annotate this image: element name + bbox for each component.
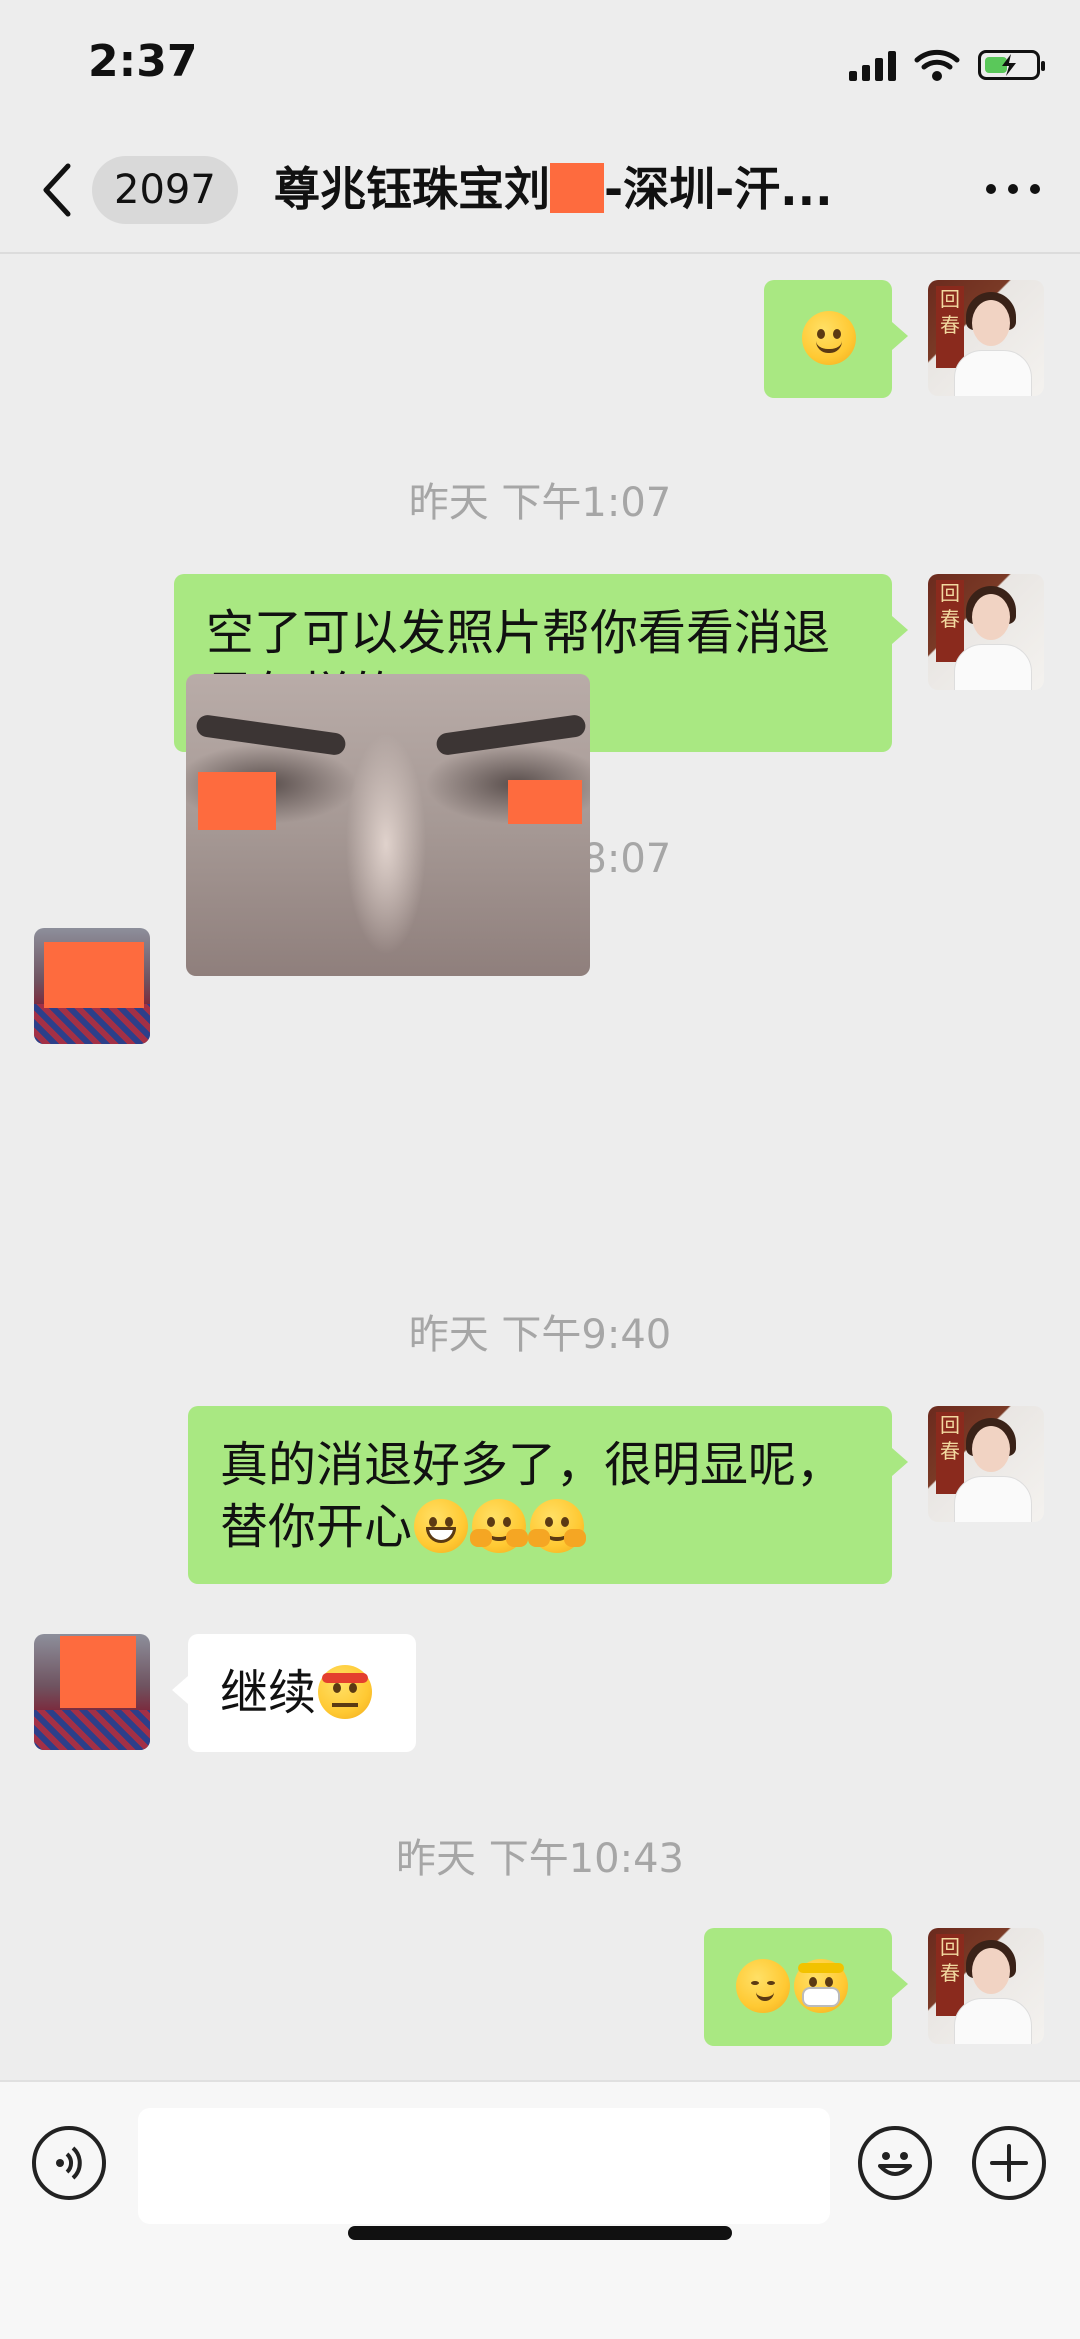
face-with-medical-mask-icon [794, 1959, 848, 2013]
determined-face-icon [318, 1665, 373, 1719]
plus-icon [990, 2144, 1028, 2182]
home-indicator [348, 2226, 732, 2240]
message-bubble-incoming[interactable]: 继续 [172, 1634, 416, 1752]
voice-icon [56, 2146, 82, 2180]
voice-input-button[interactable] [32, 2126, 106, 2200]
message-text: 继续 [220, 1665, 317, 1721]
grinning-face-icon [414, 1499, 469, 1553]
timestamp: 昨天 下午10:43 [396, 1836, 684, 1882]
hugging-face-icon [528, 1499, 587, 1553]
status-time: 2:37 [88, 36, 198, 87]
chat-title: 尊兆钰珠宝刘 -深圳-汗... [274, 154, 894, 224]
my-avatar[interactable]: 回春 [928, 280, 1044, 396]
contact-avatar[interactable] [34, 1634, 150, 1750]
back-arrow-icon[interactable] [40, 160, 74, 220]
battery-icon [978, 50, 1045, 80]
my-avatar[interactable]: 回春 [928, 1406, 1044, 1522]
input-bar [0, 2080, 1080, 2339]
message-bubble-outgoing[interactable]: 真的消退好多了，很明显呢，替你开心 [188, 1406, 908, 1584]
chat-title-suffix: -深圳-汗... [604, 162, 833, 216]
message-list[interactable]: 回春 昨天 下午1:07 空了可以发照片帮你看看消退是怎样的了 回春 昨天 下午… [0, 254, 1080, 2080]
message-bubble-outgoing[interactable] [704, 1928, 908, 2046]
redaction-block [60, 1636, 136, 1708]
smiling-face-icon [802, 311, 856, 365]
sly-face-icon [736, 1959, 790, 2013]
cellular-signal-icon [849, 49, 896, 81]
redaction-block [198, 772, 276, 830]
message-bubble-outgoing[interactable] [764, 280, 908, 398]
chat-header: 2097 尊兆钰珠宝刘 -深圳-汗... [0, 130, 1080, 254]
emoji-button[interactable] [858, 2126, 932, 2200]
redaction-block [44, 942, 144, 1008]
my-avatar[interactable]: 回春 [928, 574, 1044, 690]
more-options-icon[interactable] [986, 184, 1040, 194]
my-avatar[interactable]: 回春 [928, 1928, 1044, 2044]
hugging-face-icon [470, 1499, 529, 1553]
smiley-icon [878, 2152, 912, 2176]
unread-count-badge[interactable]: 2097 [92, 156, 238, 224]
message-input[interactable] [138, 2108, 830, 2224]
wifi-icon [914, 49, 960, 81]
chat-title-prefix: 尊兆钰珠宝刘 [274, 162, 550, 216]
redaction-block [550, 163, 604, 213]
redaction-block [508, 780, 582, 824]
timestamp: 昨天 下午9:40 [408, 1312, 672, 1358]
status-icons [849, 48, 1045, 82]
timestamp: 昨天 下午1:07 [408, 480, 672, 526]
image-message[interactable] [186, 674, 590, 976]
add-more-button[interactable] [972, 2126, 1046, 2200]
status-bar: 2:37 [0, 0, 1080, 130]
contact-avatar[interactable] [34, 928, 150, 1044]
